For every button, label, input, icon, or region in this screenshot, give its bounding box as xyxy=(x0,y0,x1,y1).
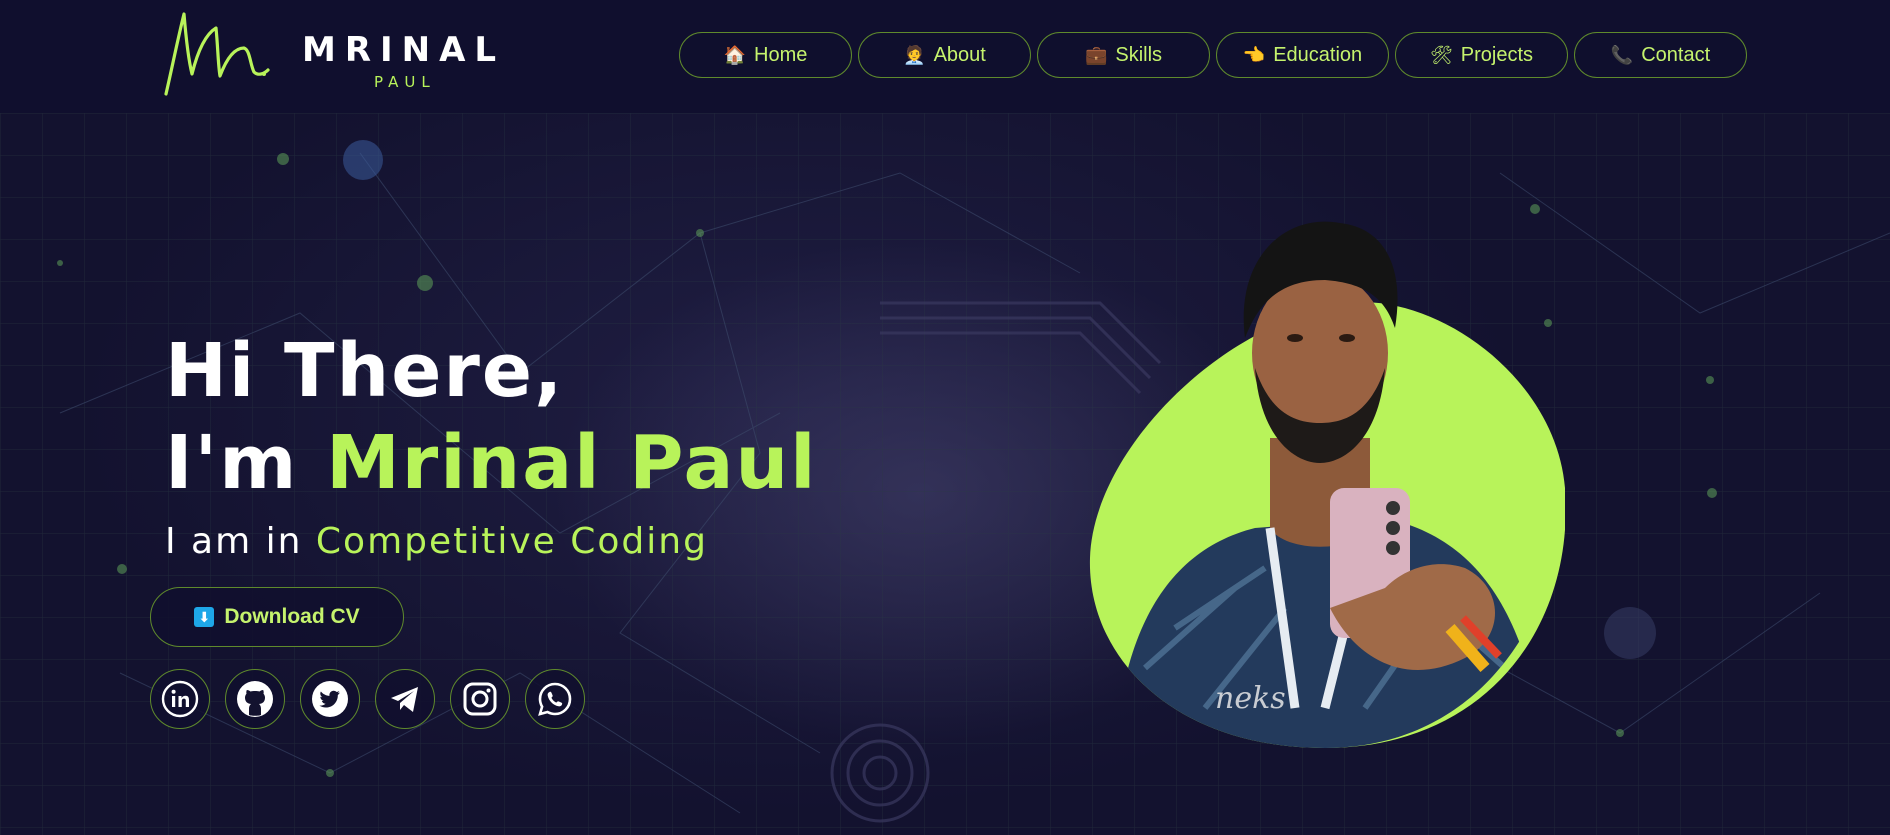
telegram-icon xyxy=(391,687,418,712)
greeting-prefix: I'm xyxy=(165,420,327,506)
logo-subtitle: PAUL xyxy=(374,73,436,91)
download-cv-button[interactable]: ⬇ Download CV xyxy=(150,587,404,647)
svg-text:neks: neks xyxy=(1215,681,1286,716)
site-header: MRINAL PAUL 🏠 Home 🧑‍💼 About 💼 Skills 👈 Educ… xyxy=(0,0,1890,113)
hero-section: Hi There, I'm Mrinal Paul I am in Compet… xyxy=(0,113,1890,835)
linkedin-icon xyxy=(161,680,199,718)
tagline-prefix: I am in xyxy=(165,521,316,562)
greeting-line-1: Hi There, xyxy=(165,328,565,414)
linkedin-link[interactable] xyxy=(150,669,210,729)
main-nav: 🏠 Home 🧑‍💼 About 💼 Skills 👈 Education 🛠 Proje… xyxy=(679,32,1747,78)
nav-skills[interactable]: 💼 Skills xyxy=(1037,32,1210,78)
nav-label: Education xyxy=(1273,43,1363,66)
nav-label: Home xyxy=(754,43,808,66)
whatsapp-link[interactable] xyxy=(525,669,585,729)
twitter-icon xyxy=(312,681,348,717)
download-cv-label: Download CV xyxy=(224,605,360,628)
nav-label: About xyxy=(933,43,986,66)
download-icon: ⬇ xyxy=(194,607,215,627)
person-icon: 🧑‍💼 xyxy=(903,44,926,65)
nav-education[interactable]: 👈 Education xyxy=(1216,32,1389,78)
whatsapp-icon xyxy=(538,682,572,716)
instagram-link[interactable] xyxy=(450,669,510,729)
nav-home[interactable]: 🏠 Home xyxy=(679,32,852,78)
tagline-highlight: Competitive Coding xyxy=(315,521,708,562)
logo[interactable]: MRINAL PAUL xyxy=(160,8,520,102)
signature-logo-icon xyxy=(164,12,270,96)
greeting-line-2: I'm Mrinal Paul xyxy=(165,417,818,509)
github-icon xyxy=(237,681,273,717)
nav-projects[interactable]: 🛠 Projects xyxy=(1395,32,1568,78)
phone-icon: 📞 xyxy=(1610,44,1634,65)
logo-name: MRINAL xyxy=(302,30,506,70)
hero-greeting: Hi There, I'm Mrinal Paul xyxy=(165,325,818,509)
briefcase-icon: 💼 xyxy=(1084,44,1108,65)
tools-icon: 🛠 xyxy=(1429,44,1453,65)
pointing-hand-icon: 👈 xyxy=(1242,44,1266,65)
nav-label: Projects xyxy=(1460,43,1534,66)
nav-label: Skills xyxy=(1115,43,1163,66)
profile-photo: neks xyxy=(1085,188,1566,828)
nav-contact[interactable]: 📞 Contact xyxy=(1574,32,1747,78)
telegram-link[interactable] xyxy=(375,669,435,729)
instagram-icon xyxy=(463,682,497,716)
profile-portrait: neks xyxy=(1089,221,1566,748)
home-icon: 🏠 xyxy=(723,44,747,65)
twitter-link[interactable] xyxy=(300,669,360,729)
hero-name: Mrinal Paul xyxy=(326,420,818,506)
github-link[interactable] xyxy=(225,669,285,729)
social-links xyxy=(150,669,585,729)
nav-label: Contact xyxy=(1641,43,1711,66)
hero-tagline: I am in Competitive Coding xyxy=(165,521,708,562)
nav-about[interactable]: 🧑‍💼 About xyxy=(858,32,1031,78)
